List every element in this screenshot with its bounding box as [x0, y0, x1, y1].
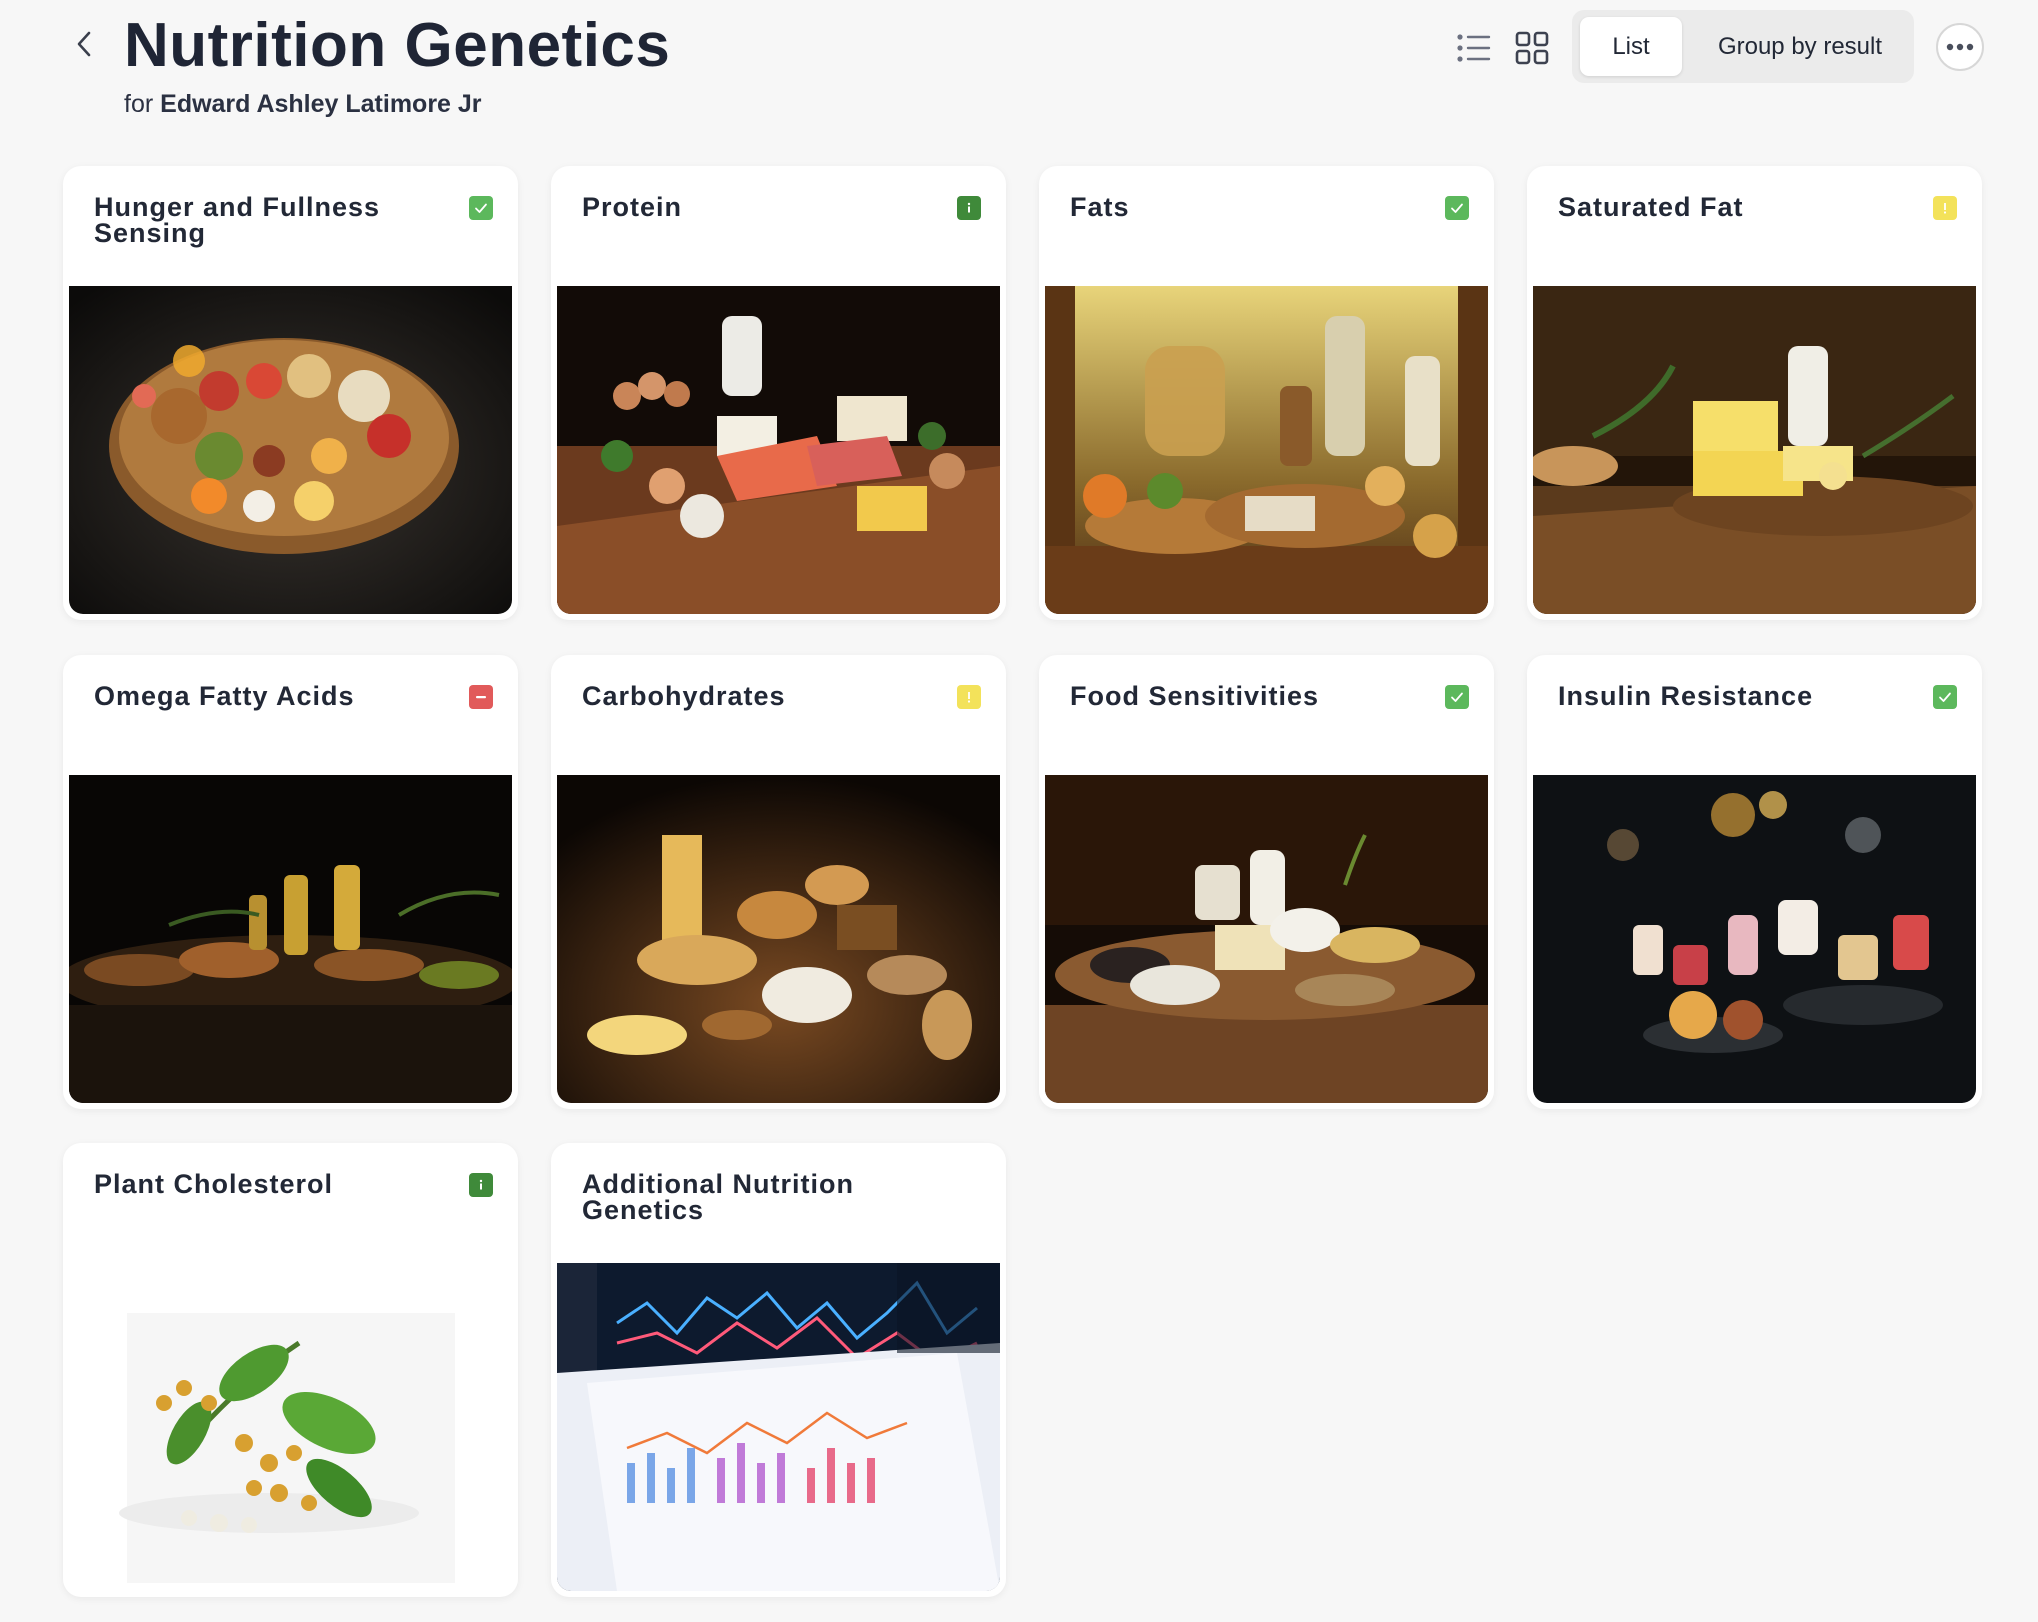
card-title: Saturated Fat: [1558, 192, 1744, 222]
card-insulin-resistance[interactable]: Insulin Resistance: [1527, 655, 1982, 1109]
butter-image: [1533, 286, 1976, 614]
more-options-button[interactable]: [1936, 23, 1984, 71]
card-additional-nutrition-genetics[interactable]: Additional Nutrition Genetics: [551, 1143, 1006, 1597]
dairy-grains-image: [1045, 775, 1488, 1103]
card-title: Fats: [1070, 192, 1130, 222]
card-fats[interactable]: Fats: [1039, 166, 1494, 620]
nuts-oils-image: [69, 775, 512, 1103]
list-view-icon[interactable]: [1454, 28, 1494, 68]
card-carbohydrates[interactable]: Carbohydrates: [551, 655, 1006, 1109]
check-status-icon: [469, 196, 493, 220]
desserts-image: [1533, 775, 1976, 1103]
chevron-left-icon: [77, 31, 91, 57]
person-name: Edward Ashley Latimore Jr: [160, 90, 482, 118]
check-status-icon: [1933, 685, 1957, 709]
back-button[interactable]: [66, 26, 102, 62]
card-protein[interactable]: Protein: [551, 166, 1006, 620]
grid-view-icon[interactable]: [1512, 28, 1552, 68]
plant-berries-image: [69, 1263, 512, 1591]
subtitle-prefix: for: [124, 90, 154, 118]
warning-status-icon: [957, 685, 981, 709]
data-charts-image: [557, 1263, 1000, 1591]
card-title: Carbohydrates: [582, 681, 786, 711]
card-title: Additional Nutrition Genetics: [582, 1169, 854, 1225]
protein-foods-image: [557, 286, 1000, 614]
card-title: Plant Cholesterol: [94, 1169, 334, 1199]
card-food-sensitivities[interactable]: Food Sensitivities: [1039, 655, 1494, 1109]
page-subtitle: for Edward Ashley Latimore Jr: [124, 90, 482, 119]
page-header: Nutrition Genetics for Edward Ashley Lat…: [0, 0, 2038, 150]
card-hunger-and-fullness[interactable]: Hunger and Fullness Sensing: [63, 166, 518, 620]
check-status-icon: [1445, 196, 1469, 220]
info-status-icon: [469, 1173, 493, 1197]
page-title: Nutrition Genetics: [124, 11, 671, 80]
group-by-result-button[interactable]: Group by result: [1694, 17, 1906, 76]
card-title: Insulin Resistance: [1558, 681, 1814, 711]
card-title: Hunger and Fullness Sensing: [94, 192, 381, 248]
card-plant-cholesterol[interactable]: Plant Cholesterol: [63, 1143, 518, 1597]
fats-foods-image: [1045, 286, 1488, 614]
check-status-icon: [1445, 685, 1469, 709]
info-status-icon: [957, 196, 981, 220]
card-title: Omega Fatty Acids: [94, 681, 355, 711]
card-saturated-fat[interactable]: Saturated Fat: [1527, 166, 1982, 620]
breads-grains-image: [557, 775, 1000, 1103]
food-platter-image: [69, 286, 512, 614]
view-mode-toggle: List Group by result: [1572, 10, 1914, 83]
warning-status-icon: [1933, 196, 1957, 220]
list-segment-button[interactable]: List: [1580, 17, 1682, 76]
card-omega-fatty-acids[interactable]: Omega Fatty Acids: [63, 655, 518, 1109]
minus-status-icon: [469, 685, 493, 709]
card-title: Food Sensitivities: [1070, 681, 1320, 711]
card-title: Protein: [582, 192, 683, 222]
more-options-icon: [1946, 43, 1974, 51]
